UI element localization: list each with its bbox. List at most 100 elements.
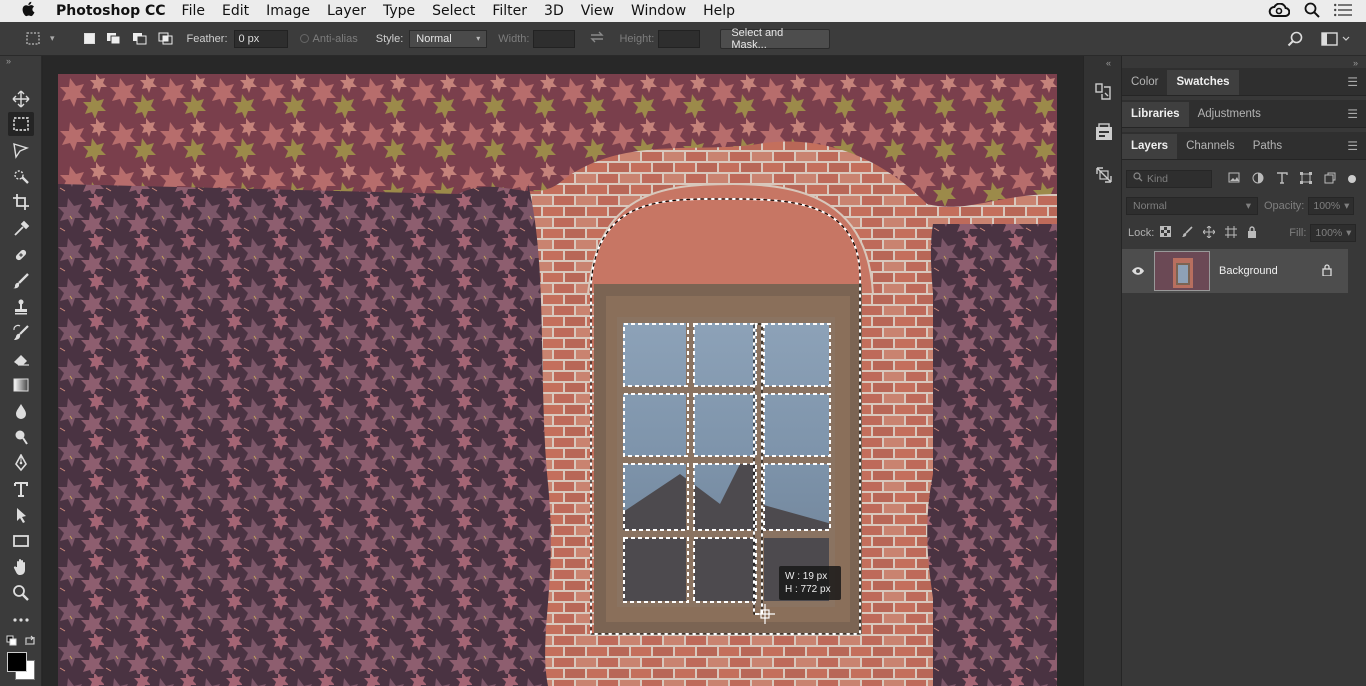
- menu-edit[interactable]: Edit: [222, 3, 249, 19]
- lock-all-icon[interactable]: [1247, 225, 1257, 241]
- opacity-input[interactable]: 100% ▾: [1308, 197, 1355, 215]
- layer-lock-icon[interactable]: [1322, 263, 1332, 279]
- eyedropper-tool-icon[interactable]: [8, 217, 34, 241]
- zoom-tool-icon[interactable]: [8, 581, 34, 605]
- tab-paths[interactable]: Paths: [1244, 134, 1291, 159]
- menu-window[interactable]: Window: [631, 3, 686, 19]
- filter-shape-icon[interactable]: [1300, 171, 1312, 187]
- creative-cloud-icon[interactable]: [1268, 2, 1291, 21]
- filter-toggle-icon[interactable]: [1348, 175, 1356, 183]
- panel-menu-icon[interactable]: ☰: [1347, 107, 1358, 121]
- lock-label: Lock:: [1128, 227, 1155, 239]
- tab-swatches[interactable]: Swatches: [1167, 70, 1239, 95]
- crop-tool-icon[interactable]: [8, 190, 34, 214]
- menu-help[interactable]: Help: [703, 3, 735, 19]
- visibility-eye-icon[interactable]: [1122, 266, 1154, 276]
- clone-source-panel-icon[interactable]: [1093, 164, 1115, 186]
- menu-image[interactable]: Image: [266, 3, 310, 19]
- menu-view[interactable]: View: [581, 3, 614, 19]
- tab-libraries[interactable]: Libraries: [1122, 102, 1189, 127]
- layer-name[interactable]: Background: [1219, 265, 1322, 277]
- menu-filter[interactable]: Filter: [492, 3, 527, 19]
- dodge-tool-icon[interactable]: [8, 425, 34, 449]
- layer-kind-filter[interactable]: Kind: [1126, 170, 1212, 188]
- rectangle-tool-icon[interactable]: [8, 529, 34, 553]
- hand-tool-icon[interactable]: [8, 555, 34, 579]
- subtract-from-selection-icon[interactable]: [127, 32, 153, 46]
- eraser-tool-icon[interactable]: [8, 347, 34, 371]
- history-brush-tool-icon[interactable]: [8, 321, 34, 345]
- style-select[interactable]: Normal ▾: [409, 29, 488, 48]
- rectangular-marquee-tool-icon[interactable]: [8, 112, 34, 136]
- menu-layer[interactable]: Layer: [327, 3, 366, 19]
- blur-tool-icon[interactable]: [8, 399, 34, 423]
- chevron-down-icon[interactable]: ▾: [50, 33, 55, 44]
- spotlight-search-icon[interactable]: [1304, 2, 1320, 22]
- document-canvas[interactable]: [58, 74, 1057, 686]
- default-colors-icon[interactable]: [6, 635, 18, 647]
- antialias-label: Anti-alias: [312, 32, 358, 45]
- lasso-tool-icon[interactable]: [8, 138, 34, 162]
- edit-toolbar-more-icon[interactable]: [8, 608, 34, 632]
- tab-adjustments[interactable]: Adjustments: [1189, 102, 1270, 127]
- menu-type[interactable]: Type: [383, 3, 415, 19]
- menu-3d[interactable]: 3D: [544, 3, 564, 19]
- collapse-panels-icon[interactable]: «: [1106, 58, 1111, 68]
- foreground-color-swatch[interactable]: [7, 652, 27, 672]
- new-selection-icon[interactable]: [79, 33, 101, 44]
- select-and-mask-button[interactable]: Select and Mask...: [720, 27, 831, 51]
- swap-colors-icon[interactable]: [24, 635, 36, 647]
- tab-channels[interactable]: Channels: [1177, 134, 1244, 159]
- chevron-down-icon: ▾: [1346, 227, 1352, 239]
- filter-adjustment-icon[interactable]: [1252, 172, 1264, 187]
- history-panel-icon[interactable]: [1093, 81, 1115, 103]
- healing-brush-tool-icon[interactable]: [8, 243, 34, 267]
- lock-artboard-icon[interactable]: [1225, 225, 1238, 241]
- menu-file[interactable]: File: [182, 3, 205, 19]
- filter-pixel-icon[interactable]: [1228, 172, 1240, 186]
- add-to-selection-icon[interactable]: [101, 32, 127, 46]
- tab-color[interactable]: Color: [1122, 70, 1167, 95]
- filter-smart-object-icon[interactable]: [1324, 172, 1336, 187]
- feather-input[interactable]: 0 px: [233, 29, 288, 48]
- panel-menu-icon[interactable]: ☰: [1347, 139, 1358, 153]
- app-name-menu[interactable]: Photoshop CC: [56, 3, 166, 19]
- apple-icon[interactable]: [0, 1, 56, 21]
- collapse-toolbar-icon[interactable]: »: [0, 56, 41, 70]
- filter-type-icon[interactable]: [1276, 171, 1288, 187]
- fill-input[interactable]: 100% ▾: [1310, 224, 1357, 242]
- antialias-checkbox[interactable]: [299, 34, 309, 43]
- tab-layers[interactable]: Layers: [1122, 134, 1178, 159]
- intersect-selection-icon[interactable]: [153, 32, 179, 46]
- marquee-tool-preset-icon[interactable]: [20, 32, 50, 46]
- quick-selection-tool-icon[interactable]: [8, 164, 34, 188]
- lock-position-icon[interactable]: [1202, 225, 1216, 241]
- swap-width-height-icon[interactable]: [589, 31, 605, 46]
- layer-filter-row: Kind: [1122, 168, 1366, 190]
- notification-list-icon[interactable]: [1334, 3, 1352, 21]
- layer-row-background[interactable]: Background: [1122, 249, 1348, 293]
- blend-mode-select[interactable]: Normal ▾: [1126, 197, 1258, 215]
- type-tool-icon[interactable]: [8, 477, 34, 501]
- panel-menu-icon[interactable]: ☰: [1347, 75, 1358, 89]
- pen-tool-icon[interactable]: [8, 451, 34, 475]
- color-swatches-panel-header: Color Swatches ☰: [1122, 68, 1366, 96]
- tools-panel: »: [0, 56, 42, 686]
- path-selection-tool-icon[interactable]: [8, 503, 34, 527]
- workspace-switcher-icon[interactable]: [1321, 32, 1351, 49]
- lock-image-pixels-icon[interactable]: [1181, 225, 1193, 241]
- gradient-tool-icon[interactable]: [8, 373, 34, 397]
- clone-stamp-tool-icon[interactable]: [8, 295, 34, 319]
- width-input[interactable]: [533, 29, 576, 48]
- brush-tool-icon[interactable]: [8, 269, 34, 293]
- search-icon[interactable]: [1287, 31, 1303, 50]
- collapse-dock-icon[interactable]: »: [1353, 58, 1358, 68]
- move-tool-icon[interactable]: [8, 87, 34, 111]
- opacity-value: 100%: [1313, 200, 1341, 212]
- canvas-area[interactable]: W : 19 px H : 772 px: [43, 56, 1083, 686]
- selection-size-tooltip: W : 19 px H : 772 px: [779, 566, 841, 600]
- properties-panel-icon[interactable]: [1093, 121, 1115, 143]
- lock-transparent-pixels-icon[interactable]: [1160, 226, 1172, 240]
- menu-select[interactable]: Select: [432, 3, 475, 19]
- height-input[interactable]: [658, 29, 701, 48]
